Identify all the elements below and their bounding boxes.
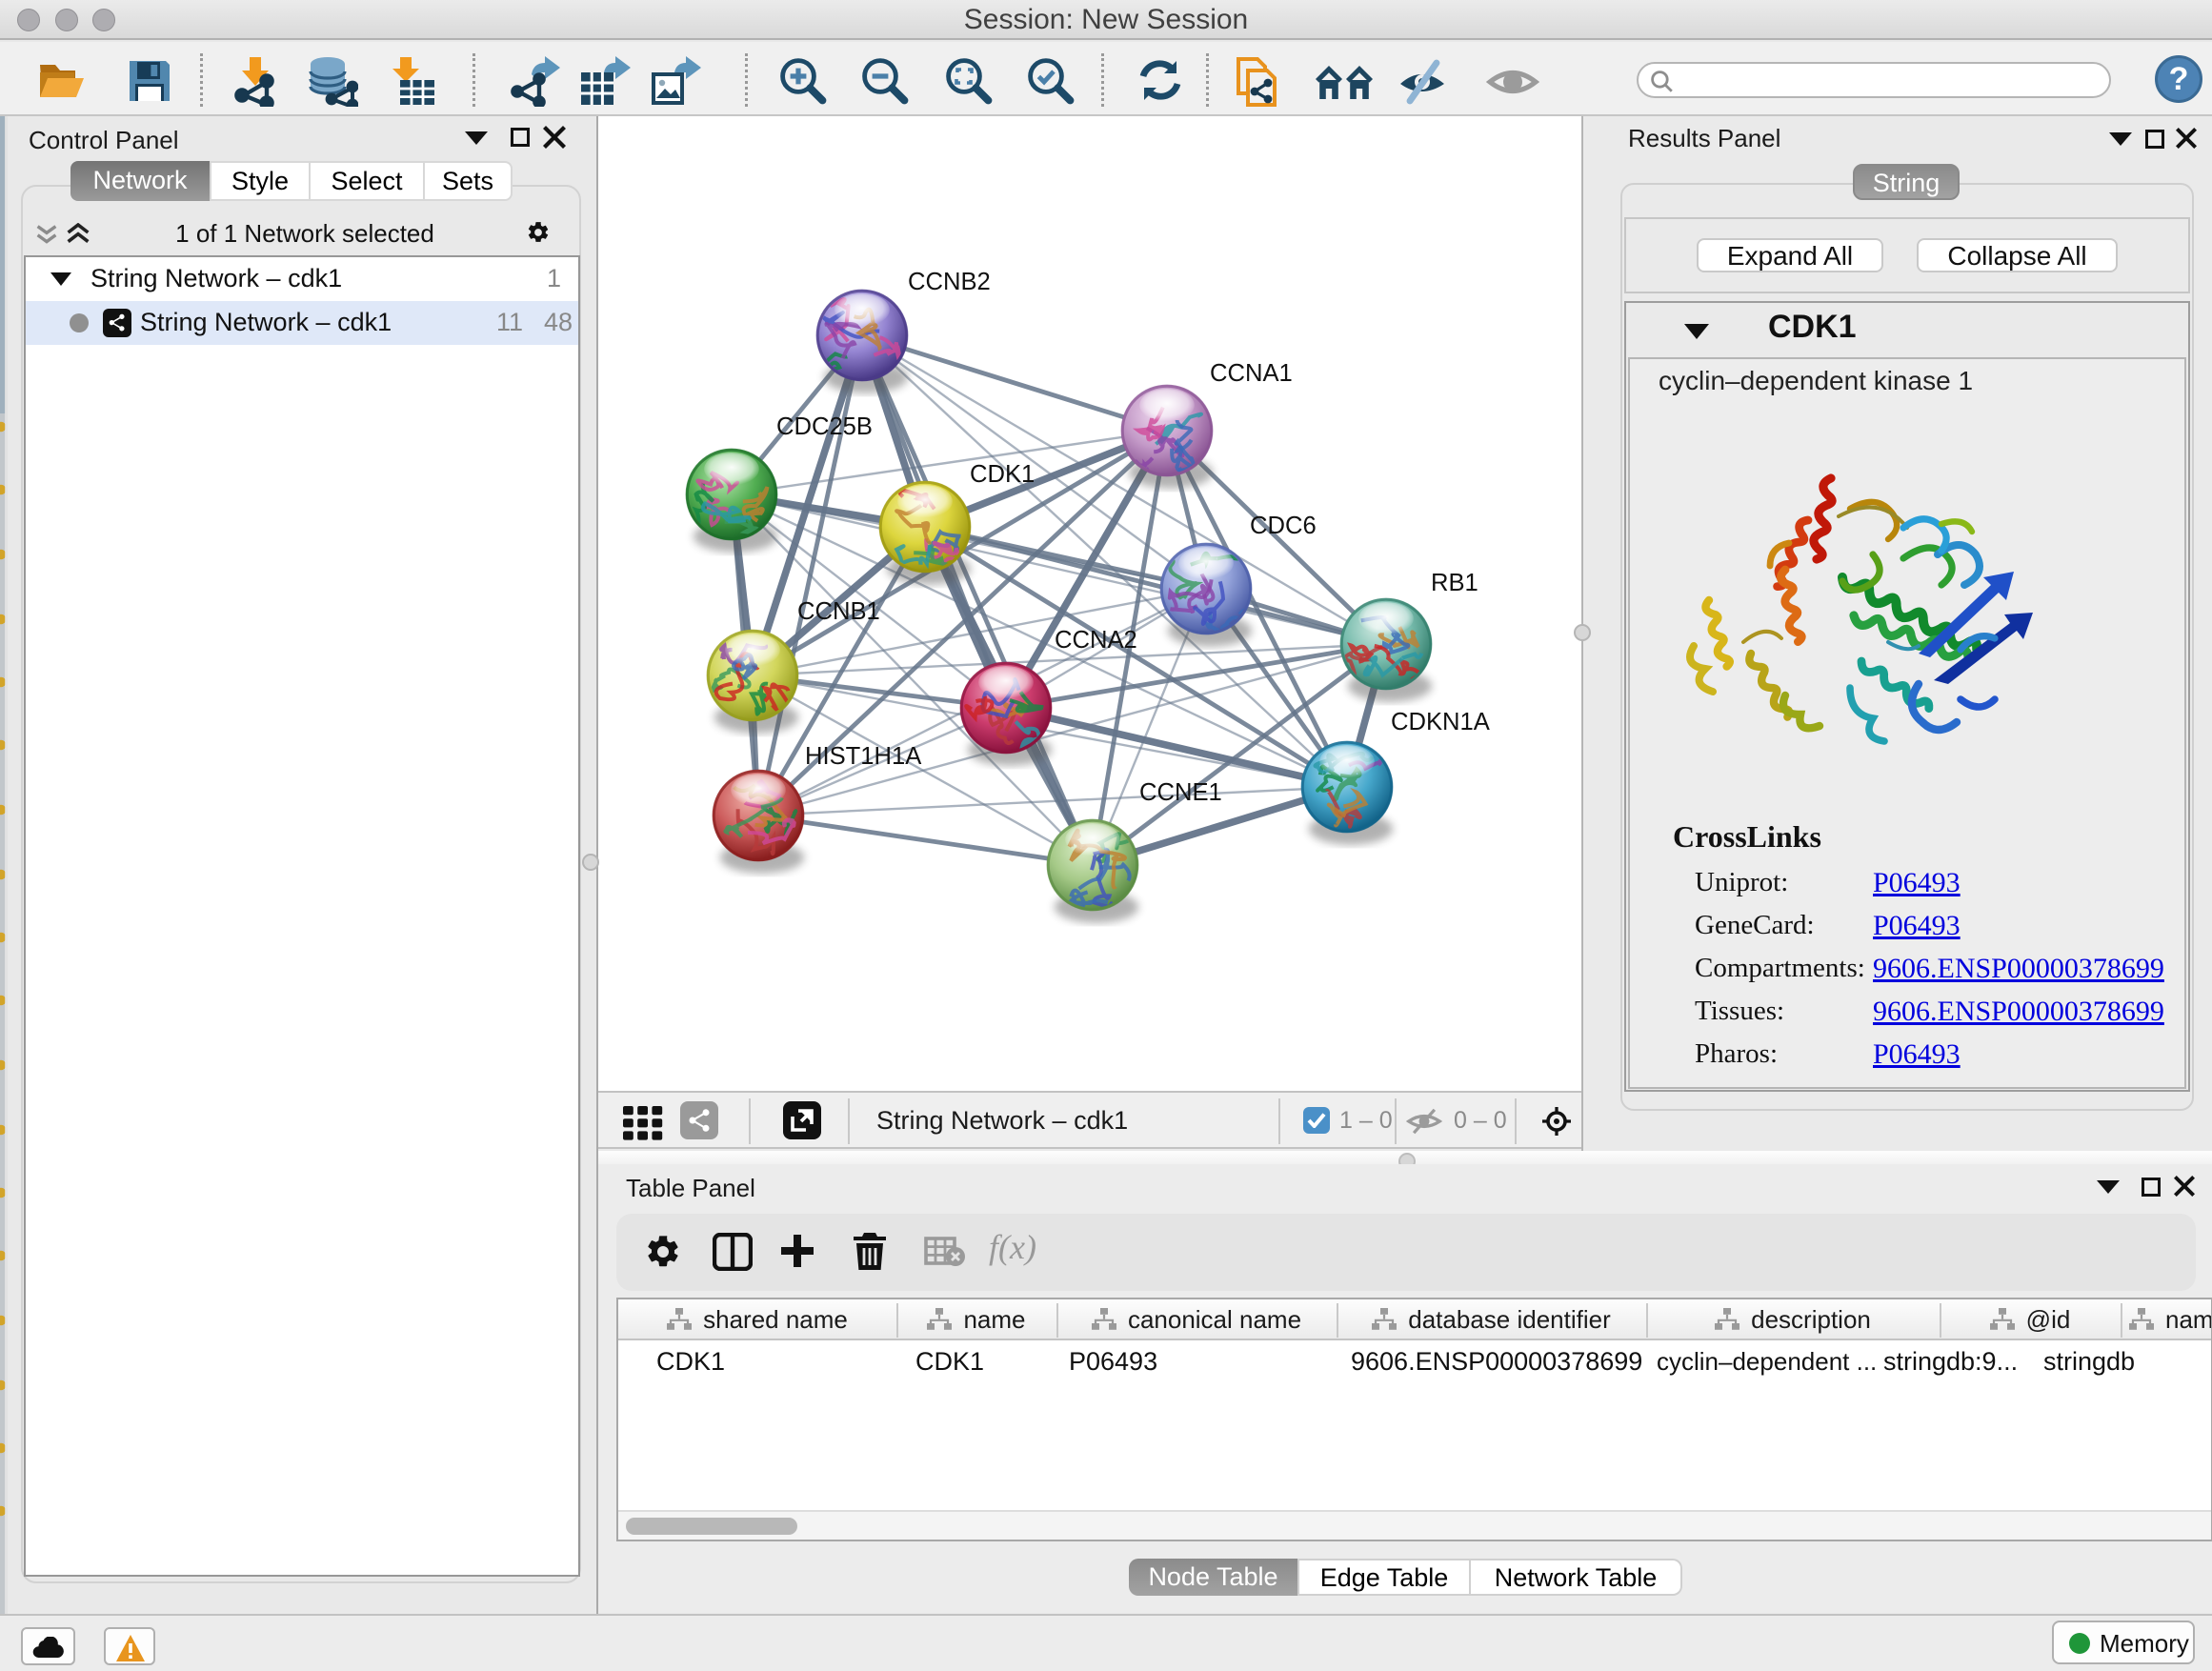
svg-text:RB1: RB1	[1431, 570, 1478, 596]
svg-text:CDC6: CDC6	[1250, 513, 1317, 539]
svg-text:CCNA2: CCNA2	[1055, 627, 1137, 654]
svg-text:CCNA1: CCNA1	[1210, 360, 1293, 387]
svg-text:CDC25B: CDC25B	[776, 413, 873, 440]
svg-text:CCNE1: CCNE1	[1139, 779, 1222, 806]
svg-text:CDK1: CDK1	[970, 461, 1035, 488]
svg-text:CDKN1A: CDKN1A	[1391, 709, 1491, 735]
svg-text:CCNB2: CCNB2	[908, 269, 991, 295]
svg-text:CCNB1: CCNB1	[797, 598, 880, 625]
svg-text:HIST1H1A: HIST1H1A	[805, 743, 922, 770]
